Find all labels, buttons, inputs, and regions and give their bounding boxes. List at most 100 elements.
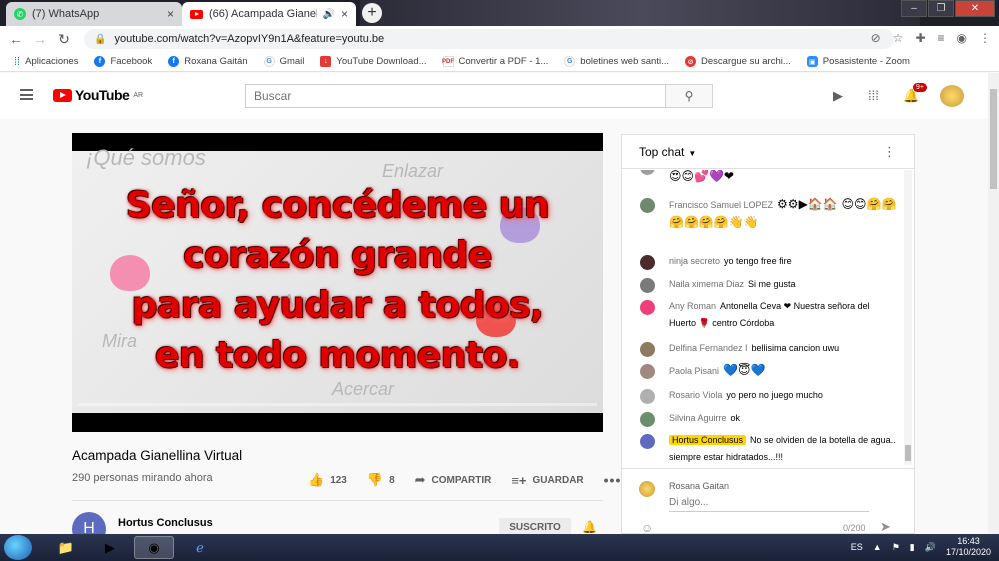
author-name[interactable]: Rosario Viola: [669, 390, 722, 400]
close-window-button[interactable]: ✕: [955, 0, 995, 17]
chat-message: Francisco Samuel LOPEZ ⚙⚙▶🏠🏠 😊😊🤗🤗🤗🤗🤗🤗👋👋: [640, 196, 898, 232]
browser-toolbar: ← → ↻ 🔒 youtube.com/watch?v=AzopvIY9n1A&…: [0, 26, 999, 52]
avatar: [640, 255, 655, 270]
live-chat: Top chat ▼ ⋮ 😍😊💕💜❤ Francisco Samuel LOPEZ…: [621, 134, 915, 535]
lock-icon[interactable]: 🔒: [94, 34, 106, 45]
create-video-icon[interactable]: ▶: [833, 88, 843, 104]
profile-icon[interactable]: ◉: [957, 31, 967, 45]
star-icon[interactable]: ☆: [893, 31, 904, 45]
search-button[interactable]: ⚲: [665, 84, 713, 108]
chat-message: Any Roman Antonella Ceva ❤ Nuestra señora…: [640, 298, 898, 332]
close-icon[interactable]: ×: [167, 7, 174, 21]
whatsapp-icon: ✆: [14, 8, 26, 20]
chat-input-area: Rosana Gaitan ☺ 0/200 ➤: [622, 468, 914, 535]
avatar: [640, 278, 655, 293]
author-name[interactable]: Any Roman: [669, 301, 716, 311]
video-progress-bar[interactable]: [78, 403, 597, 406]
bookmark-boletines[interactable]: G boletines web santi...: [558, 56, 675, 67]
share-button[interactable]: ➦ COMPARTIR: [415, 472, 492, 488]
bookmark-apps[interactable]: ⁞⁞ Aplicaciones: [8, 56, 84, 68]
avatar: [639, 481, 655, 497]
tab-youtube[interactable]: (66) Acampada Gianellina Vir 🔊 ×: [182, 2, 356, 26]
volume-icon[interactable]: 🔊: [925, 542, 936, 553]
back-icon[interactable]: ←: [4, 31, 28, 47]
bookmark-descargue[interactable]: ⊘ Descargue su archi...: [679, 56, 797, 67]
caption-line: para ayudar a todos,: [131, 285, 544, 326]
menu-icon[interactable]: ⋮: [979, 31, 991, 45]
bookmark-label: Facebook: [110, 56, 153, 67]
network-icon[interactable]: ▮: [910, 542, 915, 553]
author-name[interactable]: Silvina Aguirre: [669, 413, 727, 423]
avatar: [640, 198, 655, 213]
tray-arrow-icon[interactable]: ▲: [873, 542, 882, 552]
bookmark-pdf[interactable]: PDF Convertir a PDF - 1...: [437, 56, 555, 67]
maximize-button[interactable]: ❐: [928, 0, 954, 17]
author-name[interactable]: Francisco Samuel LOPEZ: [669, 200, 773, 210]
minimize-button[interactable]: –: [901, 0, 927, 17]
bookmark-youtube-download[interactable]: ↓ YouTube Download...: [314, 56, 432, 67]
thumbs-up-icon: 👍: [308, 472, 325, 487]
chat-mode-dropdown[interactable]: Top chat ▼: [639, 145, 696, 159]
chat-scrollbar[interactable]: [904, 170, 912, 465]
message-text: 💙😇💙: [723, 363, 766, 377]
youtube-logo[interactable]: YouTube AR: [53, 87, 143, 103]
taskbar-media-player[interactable]: ▶: [90, 536, 130, 559]
new-tab-button[interactable]: +: [362, 3, 382, 23]
forward-icon[interactable]: →: [28, 31, 52, 47]
eye-slash-icon[interactable]: ⊘: [871, 31, 881, 45]
like-count: 123: [330, 474, 347, 486]
address-bar[interactable]: 🔒 youtube.com/watch?v=AzopvIY9n1A&featur…: [84, 29, 894, 49]
more-actions-button[interactable]: •••: [604, 472, 622, 488]
author-name[interactable]: Hortus Conclusus: [669, 435, 747, 445]
taskbar-chrome[interactable]: ◉: [134, 536, 174, 559]
apps-icon[interactable]: ⁞⁞⁞: [868, 88, 879, 103]
like-button[interactable]: 👍 123: [308, 472, 347, 488]
scroll-thumb[interactable]: [990, 89, 997, 189]
video-player[interactable]: ¡Qué somos Enlazar Mira Acercar Ayudar S…: [72, 133, 603, 432]
save-button[interactable]: ≡+ GUARDAR: [511, 473, 583, 488]
thumbs-down-icon: 👎: [366, 472, 384, 487]
emoji-icon[interactable]: ☺: [641, 521, 653, 535]
author-name[interactable]: Delfina Fernandez I: [669, 343, 748, 353]
chat-menu-icon[interactable]: ⋮: [883, 144, 896, 160]
bookmark-facebook[interactable]: f Facebook: [88, 56, 158, 67]
bookmark-roxana[interactable]: f Roxana Gaitán: [162, 56, 253, 67]
chat-messages: 😍😊💕💜❤ Francisco Samuel LOPEZ ⚙⚙▶🏠🏠 😊😊🤗🤗🤗🤗…: [622, 170, 902, 465]
share-icon: ➦: [414, 472, 426, 487]
taskbar-internet-explorer[interactable]: ℯ: [180, 536, 220, 559]
dislike-button[interactable]: 👎 8: [367, 472, 395, 488]
message-body: Rosario Viola yo pero no juego mucho: [669, 387, 898, 404]
internet-explorer-icon: ℯ: [196, 539, 204, 555]
message-text: bellisima cancion uwu: [751, 343, 840, 353]
char-count: 0/200: [843, 523, 866, 533]
input-user-name: Rosana Gaitan: [669, 481, 730, 491]
reload-icon[interactable]: ↻: [52, 31, 76, 48]
speaker-icon[interactable]: 🔊: [323, 9, 335, 20]
start-button[interactable]: [4, 535, 32, 560]
author-name[interactable]: Paola Pisani: [669, 366, 719, 376]
author-name[interactable]: ninja secreto: [669, 256, 720, 266]
media-icon[interactable]: ≡: [938, 31, 945, 45]
clock[interactable]: 16:43 17/10/2020: [946, 536, 991, 558]
page-scrollbar[interactable]: [988, 73, 999, 534]
bookmark-gmail[interactable]: G Gmail: [258, 56, 311, 67]
bookmark-label: YouTube Download...: [336, 56, 427, 67]
avatar[interactable]: [940, 85, 964, 107]
chat-message-input[interactable]: [669, 494, 869, 512]
dislike-count: 8: [389, 474, 395, 486]
message-body: Paola Pisani 💙😇💙: [669, 362, 898, 380]
close-icon[interactable]: ×: [341, 7, 348, 21]
scroll-thumb[interactable]: [905, 445, 911, 461]
tab-whatsapp[interactable]: ✆ (7) WhatsApp ×: [6, 2, 182, 26]
extensions-icon[interactable]: ✚: [915, 31, 925, 45]
bell-icon[interactable]: 🔔: [582, 520, 597, 534]
language-indicator[interactable]: ES: [851, 542, 863, 552]
search-input[interactable]: [245, 84, 666, 108]
taskbar-explorer[interactable]: 📁: [46, 536, 86, 559]
hamburger-menu-icon[interactable]: [20, 89, 33, 100]
channel-name[interactable]: Hortus Conclusus: [118, 517, 213, 529]
bookmark-zoom[interactable]: ▣ Posasistente - Zoom: [801, 56, 916, 67]
flag-icon[interactable]: ⚑: [892, 542, 900, 553]
author-name[interactable]: Naila ximema Diaz: [669, 279, 744, 289]
send-icon[interactable]: ➤: [880, 519, 891, 535]
